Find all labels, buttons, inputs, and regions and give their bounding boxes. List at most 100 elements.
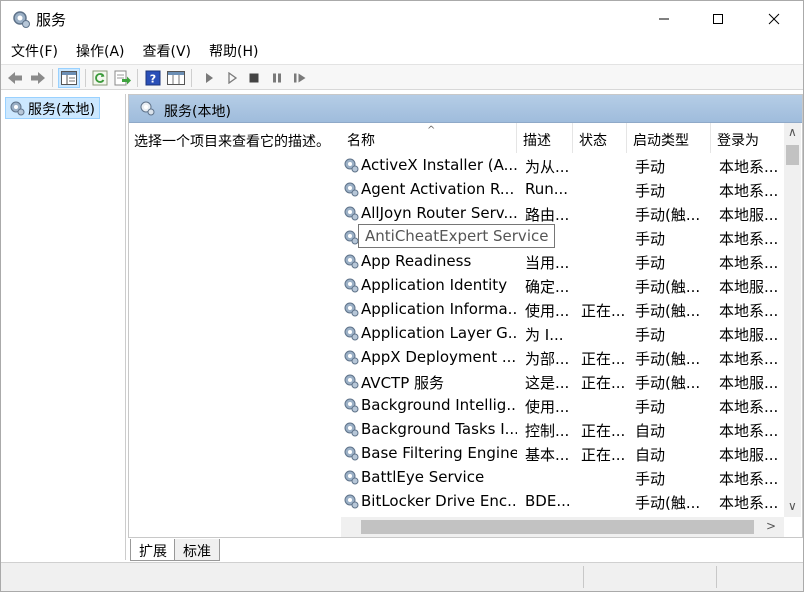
service-startup-type: 自动 <box>635 446 666 464</box>
service-row[interactable]: BitLocker Drive Enc... BDE... 手动(触... 本地系..… <box>341 489 787 513</box>
tab-extended[interactable]: 扩展 <box>130 539 176 561</box>
service-logon-as: 本地系... <box>719 494 779 512</box>
service-gear-icon <box>343 181 359 201</box>
close-icon <box>768 13 780 25</box>
service-row[interactable]: Background Tasks I... 控制... 正在... 自动 本地系... <box>341 417 787 441</box>
close-button[interactable] <box>751 1 797 37</box>
start-service-alt-icon <box>228 72 238 84</box>
toolbar-separator <box>52 69 53 87</box>
service-gear-icon <box>343 349 359 369</box>
vertical-scrollbar[interactable]: ∧ ∨ <box>784 123 801 517</box>
maximize-button[interactable] <box>695 1 741 37</box>
service-startup-type: 手动(触... <box>635 494 701 512</box>
horizontal-scrollbar[interactable]: > <box>341 517 784 537</box>
back-button[interactable] <box>5 68 25 88</box>
status-separator <box>583 566 584 588</box>
service-logon-as: 本地系... <box>719 470 779 488</box>
tree-item-services-local[interactable]: 服务(本地) <box>5 97 100 119</box>
service-row[interactable]: App Readiness 当用... 手动 本地系... <box>341 249 787 273</box>
service-name: AVCTP 服务 <box>361 374 445 392</box>
service-description: 路由... <box>525 206 570 224</box>
service-logon-as: 本地服... <box>719 278 779 296</box>
service-row[interactable]: Agent Activation R... Run... 手动 本地系... <box>341 177 787 201</box>
properties-button[interactable] <box>166 68 186 88</box>
service-row[interactable]: ActiveX Installer (A... 为从... 手动 本地系... <box>341 153 787 177</box>
menu-file[interactable]: 文件(F) <box>1 39 66 61</box>
service-logon-as: 本地系... <box>719 182 779 200</box>
service-row[interactable]: Base Filtering Engine 基本... 正在... 自动 本地服... <box>341 441 787 465</box>
service-name: Application Identity <box>361 276 508 294</box>
refresh-icon <box>92 70 108 86</box>
service-startup-type: 手动 <box>635 230 666 248</box>
menu-help[interactable]: 帮助(H) <box>199 39 266 61</box>
help-button[interactable]: ? <box>143 68 163 88</box>
service-row[interactable]: AVCTP 服务 这是... 正在... 手动(触... 本地服... <box>341 369 787 393</box>
start-service-button[interactable] <box>199 68 219 88</box>
service-gear-icon <box>343 469 359 489</box>
column-header-name[interactable]: 名称 ^ <box>341 123 517 153</box>
properties-icon <box>167 71 185 85</box>
refresh-button[interactable] <box>90 68 110 88</box>
name-tooltip: AntiCheatExpert Service <box>358 224 556 248</box>
service-gear-icon <box>343 205 359 225</box>
service-name: Agent Activation R... <box>361 180 515 198</box>
service-row[interactable]: BattlEye Service 手动 本地系... <box>341 465 787 489</box>
export-list-button[interactable] <box>113 68 133 88</box>
service-gear-icon <box>343 397 359 417</box>
service-status: 正在... <box>581 446 626 464</box>
menu-action[interactable]: 操作(A) <box>66 39 133 61</box>
services-window: 服务 文件(F) 操作(A) 查看(V) 帮助(H) ? 服务(本地) 服务(本… <box>0 0 804 592</box>
minimize-button[interactable] <box>641 1 687 37</box>
service-name: Background Intellig... <box>361 396 517 414</box>
service-startup-type: 手动(触... <box>635 278 701 296</box>
scroll-up-icon[interactable]: ∧ <box>788 125 797 139</box>
start-service-alt-button[interactable] <box>222 68 242 88</box>
restart-service-button[interactable] <box>290 68 310 88</box>
service-gear-icon <box>343 229 359 249</box>
scroll-right-icon[interactable]: > <box>766 519 776 533</box>
restart-service-icon <box>294 73 306 83</box>
service-startup-type: 手动 <box>635 182 666 200</box>
horizontal-scroll-thumb[interactable] <box>361 520 754 534</box>
maximize-icon <box>713 14 723 24</box>
column-header-startup-type[interactable]: 启动类型 <box>627 123 711 153</box>
pause-service-button[interactable] <box>267 68 287 88</box>
service-name: Base Filtering Engine <box>361 444 517 462</box>
service-description: Run... <box>525 180 569 198</box>
service-row[interactable]: AppX Deployment ... 为部... 正在... 手动(触... 本地系.… <box>341 345 787 369</box>
service-row[interactable]: Application Informa... 使用... 正在... 手动(触... 本… <box>341 297 787 321</box>
services-gear-icon <box>9 100 25 120</box>
service-row[interactable]: Background Intellig... 使用... 手动 本地系... <box>341 393 787 417</box>
stop-service-icon <box>249 73 259 83</box>
service-row[interactable]: AllJoyn Router Serv... 路由... 手动(触... 本地服... <box>341 201 787 225</box>
forward-button[interactable] <box>28 68 48 88</box>
service-description: BDE... <box>525 492 571 510</box>
service-name: ActiveX Installer (A... <box>361 156 517 174</box>
vertical-scroll-thumb[interactable] <box>786 145 799 165</box>
scroll-down-icon[interactable]: ∨ <box>788 499 797 513</box>
service-row[interactable]: Application Layer G... 为 I... 手动 本地服... <box>341 321 787 345</box>
column-header-status[interactable]: 状态 <box>573 123 627 153</box>
service-logon-as: 本地系... <box>719 422 779 440</box>
show-console-tree-icon <box>61 71 77 85</box>
service-description: 确定... <box>525 278 570 296</box>
menu-view[interactable]: 查看(V) <box>133 39 200 61</box>
show-tree-button[interactable] <box>58 68 80 88</box>
toolbar-separator <box>85 69 86 87</box>
service-name: App Readiness <box>361 252 472 270</box>
service-startup-type: 手动(触... <box>635 350 701 368</box>
service-logon-as: 本地系... <box>719 230 779 248</box>
service-gear-icon <box>343 493 359 513</box>
tab-standard[interactable]: 标准 <box>174 539 220 561</box>
service-row[interactable]: Application Identity 确定... 手动(触... 本地服... <box>341 273 787 297</box>
minimize-icon <box>659 18 669 20</box>
stop-service-button[interactable] <box>244 68 264 88</box>
column-header-logon-as[interactable]: 登录为 <box>711 123 787 153</box>
forward-arrow-icon <box>31 72 45 84</box>
service-logon-as: 本地服... <box>719 206 779 224</box>
window-title: 服务 <box>36 11 67 29</box>
column-header-description[interactable]: 描述 <box>517 123 573 153</box>
menu-bar: 文件(F) 操作(A) 查看(V) 帮助(H) <box>1 39 803 63</box>
service-logon-as: 本地系... <box>719 350 779 368</box>
service-logon-as: 本地服... <box>719 326 779 344</box>
